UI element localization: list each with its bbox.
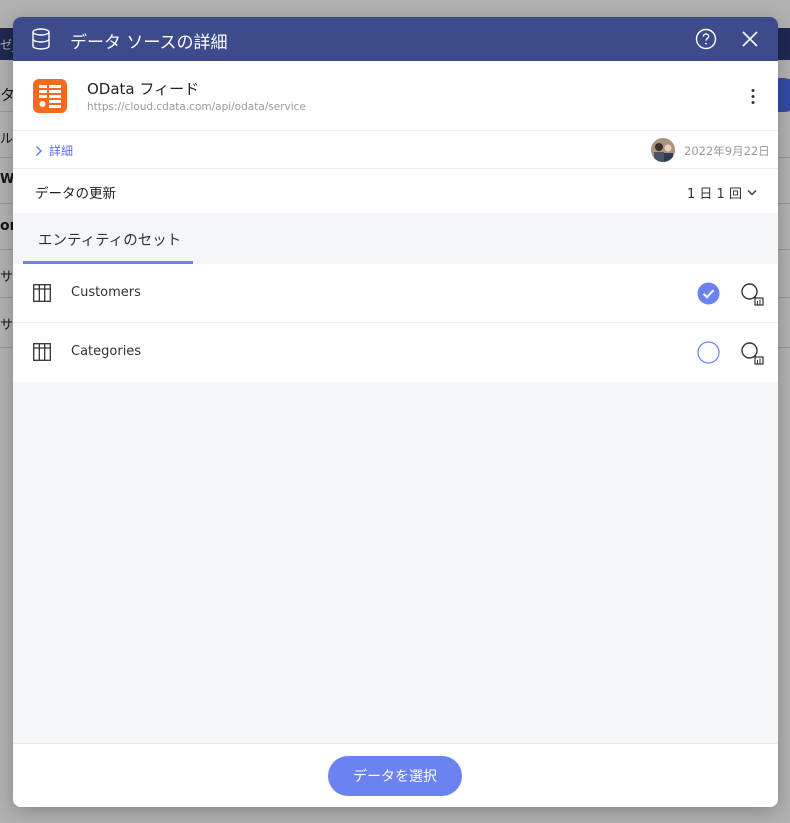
- tab-label: エンティティのセット: [38, 233, 182, 249]
- help-button[interactable]: [695, 28, 717, 50]
- data-preview-button[interactable]: [740, 282, 764, 306]
- source-name: OData フィード: [87, 80, 200, 98]
- details-toggle[interactable]: 詳細: [35, 142, 73, 159]
- updated-date: 2022年9月22日: [684, 144, 770, 158]
- empty-circle-icon: [697, 341, 720, 364]
- refresh-label: データの更新: [35, 186, 116, 202]
- dialog-header: データ ソースの詳細: [13, 17, 778, 61]
- entity-name: Customers: [71, 285, 141, 300]
- refresh-frequency-value: 1 日 1 回: [687, 187, 742, 202]
- avatar: [651, 138, 675, 162]
- entity-row-categories[interactable]: Categories: [13, 323, 778, 382]
- data-source-info: OData フィード https://cloud.cdata.com/api/o…: [13, 61, 778, 131]
- source-url: https://cloud.cdata.com/api/odata/servic…: [87, 101, 306, 113]
- refresh-frequency-dropdown[interactable]: 1 日 1 回: [687, 183, 757, 202]
- entity-select-checkbox[interactable]: [697, 341, 720, 364]
- data-refresh-row: データの更新 1 日 1 回: [13, 169, 778, 213]
- entity-select-checkbox[interactable]: [697, 282, 720, 305]
- close-icon: [742, 31, 758, 47]
- tab-bar: エンティティのセット: [13, 213, 778, 264]
- table-icon: [33, 343, 51, 361]
- more-options-button[interactable]: [743, 87, 763, 107]
- help-icon: [695, 28, 717, 50]
- details-row: 詳細 2022年9月22日: [13, 131, 778, 169]
- chevron-down-icon: [747, 190, 757, 196]
- details-label: 詳細: [49, 144, 74, 158]
- entity-row-customers[interactable]: Customers: [13, 264, 778, 323]
- dialog-footer: データを選択: [13, 743, 778, 807]
- entity-list: Customers Categories: [13, 264, 778, 382]
- dialog-title: データ ソースの詳細: [70, 33, 228, 53]
- more-vertical-icon: [751, 89, 755, 104]
- odata-logo-icon: [33, 79, 67, 113]
- data-preview-icon: [741, 342, 764, 365]
- database-icon: [31, 28, 51, 54]
- select-data-button[interactable]: データを選択: [328, 756, 462, 796]
- entity-name: Categories: [71, 344, 142, 359]
- data-source-details-dialog: データ ソースの詳細 OData フィード https://cloud.cdat…: [13, 17, 778, 807]
- tab-entity-sets[interactable]: エンティティのセット: [23, 213, 193, 264]
- table-icon: [33, 284, 51, 302]
- data-preview-button[interactable]: [740, 341, 764, 365]
- chevron-right-icon: [36, 145, 42, 156]
- check-circle-icon: [697, 282, 720, 305]
- data-preview-icon: [741, 283, 764, 306]
- close-button[interactable]: [740, 29, 760, 49]
